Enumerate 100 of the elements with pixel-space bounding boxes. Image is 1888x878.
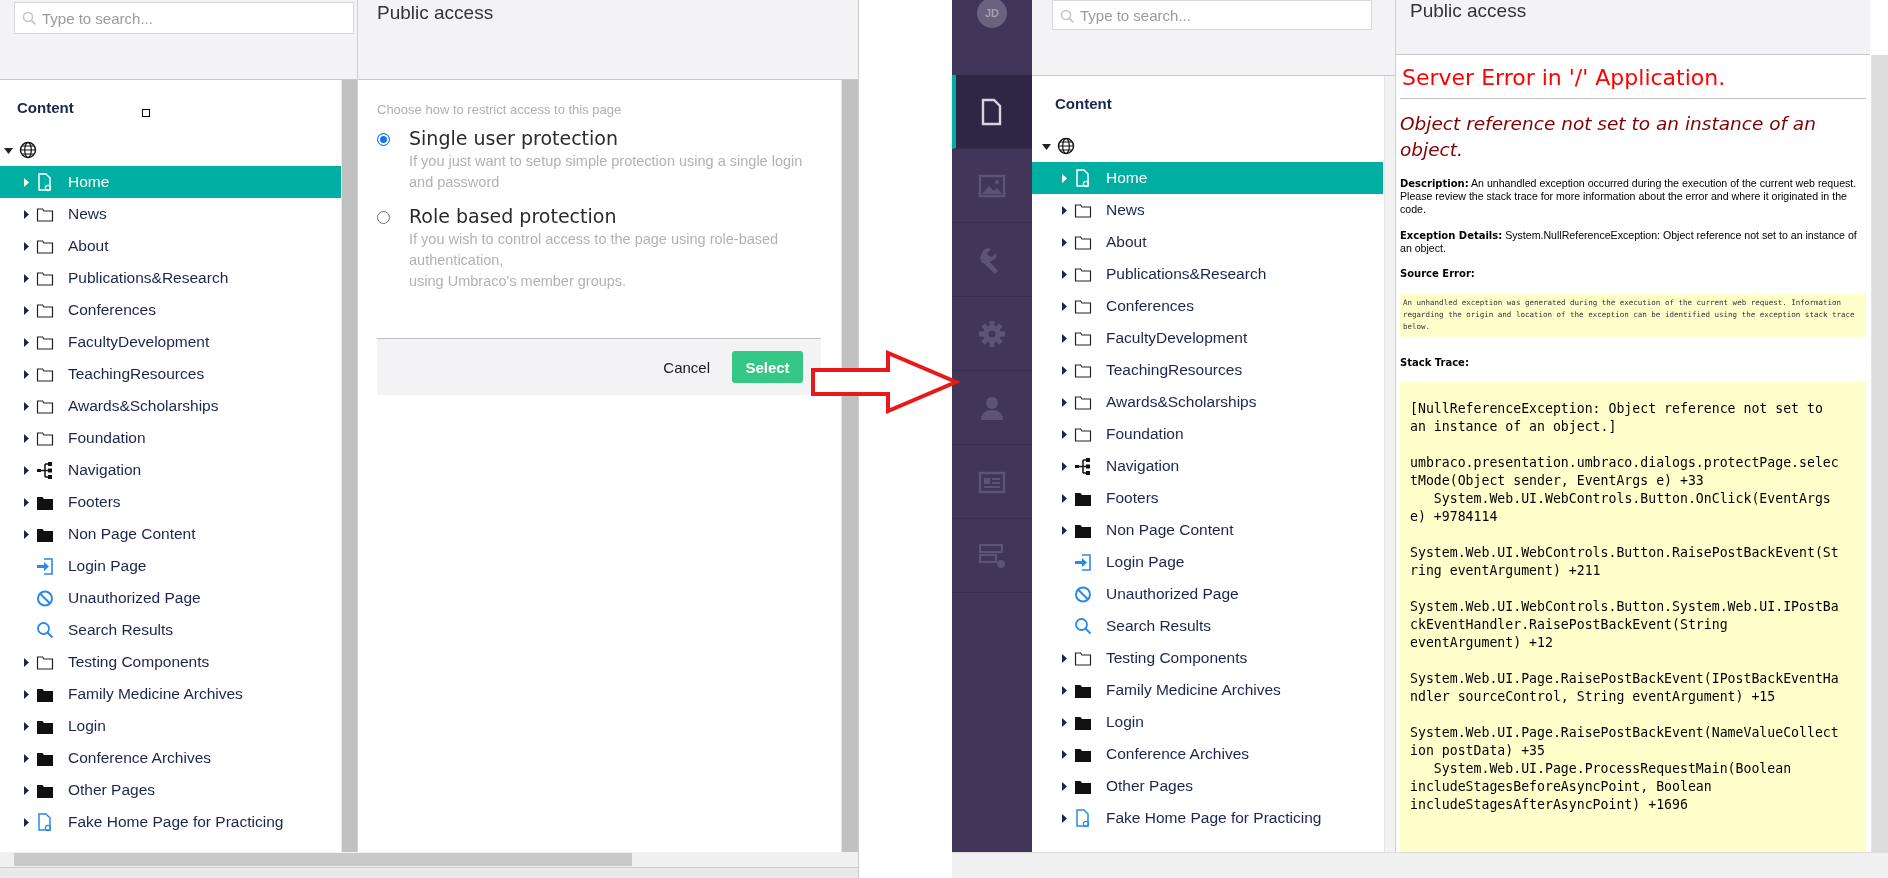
caret-icon xyxy=(22,273,30,283)
blocked-icon xyxy=(1074,584,1092,604)
caret-icon xyxy=(1060,781,1068,791)
tree-item[interactable]: Footers xyxy=(1032,482,1383,514)
tree-item[interactable]: Conferences xyxy=(1032,290,1383,322)
tree-item[interactable]: Login Page xyxy=(0,550,341,582)
option-label: Single user protection xyxy=(409,127,619,149)
caret-icon xyxy=(22,209,30,219)
search-icon xyxy=(36,620,54,640)
globe-icon xyxy=(1057,137,1075,155)
option-label: Role based protection xyxy=(409,205,618,227)
error-description: Description: An unhandled exception occurred during the execution of the current web request. Please review the stack trace for more information about the error and where it originated in the code. xyxy=(1400,177,1858,216)
caret-icon xyxy=(1060,429,1068,439)
tree-item[interactable]: Search Results xyxy=(1032,610,1383,642)
caret-icon xyxy=(1060,301,1068,311)
tree-item[interactable]: Family Medicine Archives xyxy=(1032,674,1383,706)
cancel-button[interactable]: Cancel xyxy=(655,352,718,382)
caret-icon xyxy=(22,433,30,443)
vertical-scrollbar[interactable] xyxy=(1384,76,1395,853)
tree-item[interactable]: Awards&Scholarships xyxy=(0,390,341,422)
caret-icon xyxy=(1060,173,1068,183)
caret-icon xyxy=(1060,813,1068,823)
page-icon xyxy=(36,812,54,832)
tree-item[interactable]: Conference Archives xyxy=(0,742,341,774)
vertical-scrollbar[interactable] xyxy=(1871,55,1888,853)
page-icon xyxy=(36,172,54,192)
tree-item[interactable]: Other Pages xyxy=(0,774,341,806)
horizontal-scrollbar[interactable] xyxy=(0,852,858,867)
tree-item[interactable]: Awards&Scholarships xyxy=(1032,386,1383,418)
tree-item[interactable]: Testing Components xyxy=(0,646,341,678)
panel-title: Public access xyxy=(1410,0,1527,22)
caret-icon xyxy=(1060,749,1068,759)
tree-item[interactable]: News xyxy=(1032,194,1383,226)
caret-icon xyxy=(22,305,30,315)
tree-item[interactable]: About xyxy=(1032,226,1383,258)
tree-item[interactable]: Login xyxy=(0,710,341,742)
vertical-scrollbar[interactable] xyxy=(341,80,357,853)
caret-icon xyxy=(22,337,30,347)
sitemap-icon xyxy=(1074,456,1092,476)
tree-item[interactable]: Publications&Research xyxy=(0,262,341,294)
tree-item[interactable]: Unauthorized Page xyxy=(0,582,341,614)
tree-item[interactable]: Conferences xyxy=(0,294,341,326)
section-label: Stack Trace: xyxy=(1400,357,1470,368)
vertical-scrollbar[interactable] xyxy=(841,80,858,853)
caret-icon xyxy=(22,657,30,667)
section-label: Source Error: xyxy=(1400,268,1476,279)
tree-item[interactable]: Fake Home Page for Practicing xyxy=(1032,802,1383,834)
search-field[interactable]: Type to search... xyxy=(14,2,354,34)
error-heading: Server Error in '/' Application. xyxy=(1401,65,1727,90)
search-icon xyxy=(22,11,36,25)
caret-icon xyxy=(22,497,30,507)
tree-item[interactable]: News xyxy=(0,198,341,230)
caret-icon xyxy=(1060,525,1068,535)
page-icon xyxy=(1074,808,1092,828)
caret-icon xyxy=(1060,461,1068,471)
caret-icon xyxy=(22,785,30,795)
tree-item[interactable]: FacultyDevelopment xyxy=(0,326,341,358)
panel-title: Public access xyxy=(377,2,494,24)
tree-item[interactable]: Navigation xyxy=(0,454,341,486)
login-icon xyxy=(1074,552,1092,572)
tree-item[interactable]: Non Page Content xyxy=(1032,514,1383,546)
tree-item[interactable]: Search Results xyxy=(0,614,341,646)
tree-item[interactable]: TeachingResources xyxy=(0,358,341,390)
tree-item[interactable]: Login xyxy=(1032,706,1383,738)
caret-icon xyxy=(1060,685,1068,695)
tree-item[interactable]: Conference Archives xyxy=(1032,738,1383,770)
tree-item[interactable]: FacultyDevelopment xyxy=(1032,322,1383,354)
search-field[interactable]: Type to search... xyxy=(1052,0,1372,30)
caret-icon xyxy=(22,369,30,379)
tree-item[interactable]: Login Page xyxy=(1032,546,1383,578)
tree-item[interactable]: About xyxy=(0,230,341,262)
login-icon xyxy=(36,556,54,576)
tree-item[interactable]: Unauthorized Page xyxy=(1032,578,1383,610)
tree-item[interactable]: TeachingResources xyxy=(1032,354,1383,386)
section-title: Content xyxy=(17,99,74,118)
caret-icon xyxy=(22,689,30,699)
stack-trace-text: [NullReferenceException: Object reference not set to an instance of an object.] umbraco.presentation.umbraco.dialogs.protectPage.selectMode(Object sender, EventArgs e) +33 System.Web.UI.WebControls.Button.OnClick(EventArgs e) +9784114 System.Web.UI.WebControls.Button.RaisePostBackEvent(String eventArgument) +211 System.Web.UI.WebControls.Button.System.Web.UI.IPostBackEventHandler.RaisePostBackEvent(String eventArgument) +12 System.Web.UI.Page.RaisePostBackEvent(IPostBackEventHandler sourceControl, String eventArgument) +15 System.Web.UI.Page.RaisePostBackEvent(NameValueCollection postData) +35 System.Web.UI.Page.ProcessRequestMain(Boolean includeStagesBeforeAsyncPoint, Boolean includeStagesAfterAsyncPoint) +1696 xyxy=(1410,400,1839,814)
tree-item[interactable]: Other Pages xyxy=(1032,770,1383,802)
tree-item[interactable]: Footers xyxy=(0,486,341,518)
caret-icon xyxy=(1060,365,1068,375)
caret-icon xyxy=(22,817,30,827)
radio-button[interactable] xyxy=(377,211,390,224)
option-description: If you just want to setup simple protection using a single login and password xyxy=(409,152,804,192)
tree-item[interactable]: Fake Home Page for Practicing xyxy=(0,806,341,838)
tree-item[interactable]: Publications&Research xyxy=(1032,258,1383,290)
search-icon xyxy=(1060,9,1074,23)
radio-button[interactable] xyxy=(377,133,390,146)
caret-icon xyxy=(22,401,30,411)
horizontal-scrollbar[interactable] xyxy=(952,852,1888,878)
tree-item[interactable]: Testing Components xyxy=(1032,642,1383,674)
caret-icon xyxy=(1060,493,1068,503)
tree-item[interactable]: Foundation xyxy=(0,422,341,454)
tree-item[interactable]: Foundation xyxy=(1032,418,1383,450)
page-icon xyxy=(1074,168,1092,188)
tree-item[interactable]: Non Page Content xyxy=(0,518,341,550)
tree-item[interactable]: Family Medicine Archives xyxy=(0,678,341,710)
search-icon xyxy=(1074,616,1092,636)
tree-item[interactable]: Navigation xyxy=(1032,450,1383,482)
section-tab[interactable] xyxy=(952,75,1032,149)
caret-icon xyxy=(22,241,30,251)
